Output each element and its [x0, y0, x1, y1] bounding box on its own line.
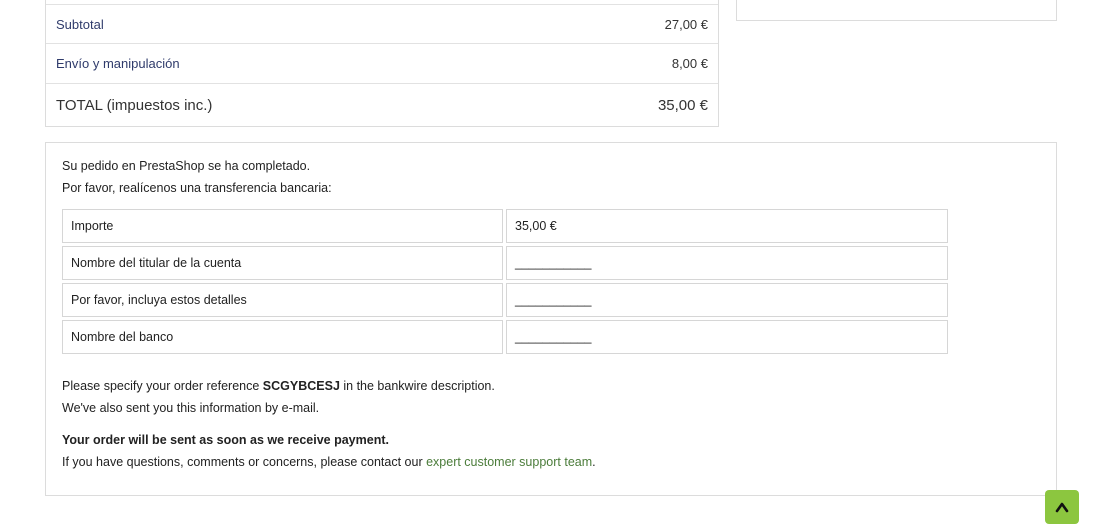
shipping-row: Envío y manipulación 8,00 €	[46, 44, 718, 84]
table-row: Nombre del titular de la cuenta ________…	[62, 246, 948, 280]
subtotal-value: 27,00 €	[664, 16, 708, 32]
details-value: ___________	[506, 283, 948, 317]
support-prefix: If you have questions, comments or conce…	[62, 455, 427, 469]
shipping-note: Your order will be sent as soon as we re…	[62, 433, 389, 447]
total-label: TOTAL (impuestos inc.)	[56, 96, 213, 114]
amount-value: 35,00 €	[506, 209, 948, 243]
order-confirmation: Su pedido en PrestaShop se ha completado…	[45, 142, 1057, 496]
side-panel	[736, 0, 1057, 21]
confirmation-message: Su pedido en PrestaShop se ha completado…	[62, 159, 311, 173]
support-note: If you have questions, comments or conce…	[62, 454, 596, 470]
account-owner-value: ___________	[506, 246, 948, 280]
support-link[interactable]: expert customer support team	[426, 455, 592, 469]
bank-name-label: Nombre del banco	[62, 320, 503, 354]
details-label: Por favor, incluya estos detalles	[62, 283, 503, 317]
subtotal-label: Subtotal	[56, 16, 104, 32]
bankwire-instruction: Por favor, realícenos una transferencia …	[62, 181, 332, 195]
total-value: 35,00 €	[657, 96, 708, 114]
support-suffix: .	[592, 455, 596, 469]
subtotal-row: Subtotal 27,00 €	[46, 4, 718, 44]
reference-note: Please specify your order reference SCGY…	[62, 378, 495, 394]
shipping-label: Envío y manipulación	[56, 56, 180, 71]
chevron-up-icon	[1055, 502, 1069, 513]
reference-suffix: in the bankwire description.	[339, 379, 495, 393]
order-reference: SCGYBCESJ	[262, 379, 340, 393]
table-row: Importe 35,00 €	[62, 209, 948, 243]
account-owner-label: Nombre del titular de la cuenta	[62, 246, 503, 280]
order-totals: Subtotal 27,00 € Envío y manipulación 8,…	[45, 0, 719, 127]
reference-prefix: Please specify your order reference	[62, 379, 263, 393]
total-row: TOTAL (impuestos inc.) 35,00 €	[46, 84, 718, 126]
amount-label: Importe	[62, 209, 503, 243]
scroll-top-button[interactable]	[1045, 490, 1079, 524]
shipping-value: 8,00 €	[671, 56, 708, 71]
email-note: We've also sent you this information by …	[62, 401, 320, 415]
table-row: Por favor, incluya estos detalles ______…	[62, 283, 948, 317]
table-row: Nombre del banco ___________	[62, 320, 948, 354]
bank-name-value: ___________	[506, 320, 948, 354]
